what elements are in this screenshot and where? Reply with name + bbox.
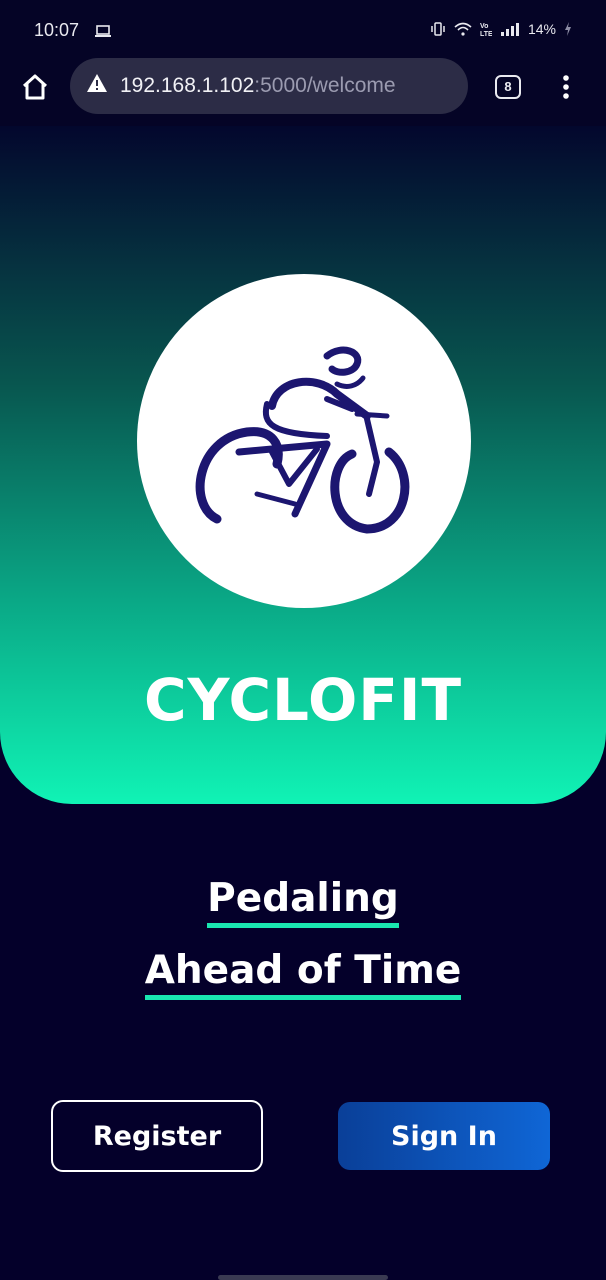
tab-switcher-button[interactable]: 8 — [495, 75, 521, 99]
tagline-line-1: Pedaling — [0, 876, 606, 928]
charging-icon — [564, 22, 572, 36]
url-host: 192.168.1.102 — [120, 74, 255, 97]
sign-in-button[interactable]: Sign In — [338, 1102, 550, 1170]
warning-icon[interactable] — [86, 73, 120, 99]
tagline-text-2: Ahead of Time — [144, 948, 462, 1000]
wifi-icon — [454, 22, 472, 36]
vibrate-icon — [430, 21, 446, 37]
battery-text: 14% — [527, 21, 556, 37]
tagline-line-2: Ahead of Time — [0, 948, 606, 1000]
cyclist-icon — [195, 346, 410, 534]
hero-banner: CYCLOFIT — [0, 126, 606, 804]
home-indicator[interactable] — [218, 1275, 388, 1280]
volte-icon: Vo LTE — [480, 21, 492, 37]
home-icon[interactable] — [20, 72, 50, 102]
tagline-text-1: Pedaling — [207, 876, 399, 928]
status-time: 10:07 — [34, 20, 80, 40]
status-icons: Vo LTE 14% — [430, 21, 572, 37]
logo-circle — [137, 274, 471, 608]
register-button[interactable]: Register — [51, 1100, 263, 1172]
menu-icon[interactable] — [556, 72, 576, 102]
svg-text:Vo: Vo — [480, 23, 488, 30]
browser-toolbar: 192.168.1.102:5000/welcome 8 — [0, 58, 606, 126]
url-bar[interactable]: 192.168.1.102:5000/welcome — [70, 58, 468, 114]
status-bar: 10:07 Vo LTE 14% — [0, 0, 606, 58]
signal-icon — [500, 22, 520, 36]
url-path: :5000/welcome — [254, 74, 396, 97]
laptop-icon — [94, 24, 112, 43]
brand-name: CYCLOFIT — [143, 666, 463, 734]
svg-text:LTE: LTE — [480, 31, 492, 37]
